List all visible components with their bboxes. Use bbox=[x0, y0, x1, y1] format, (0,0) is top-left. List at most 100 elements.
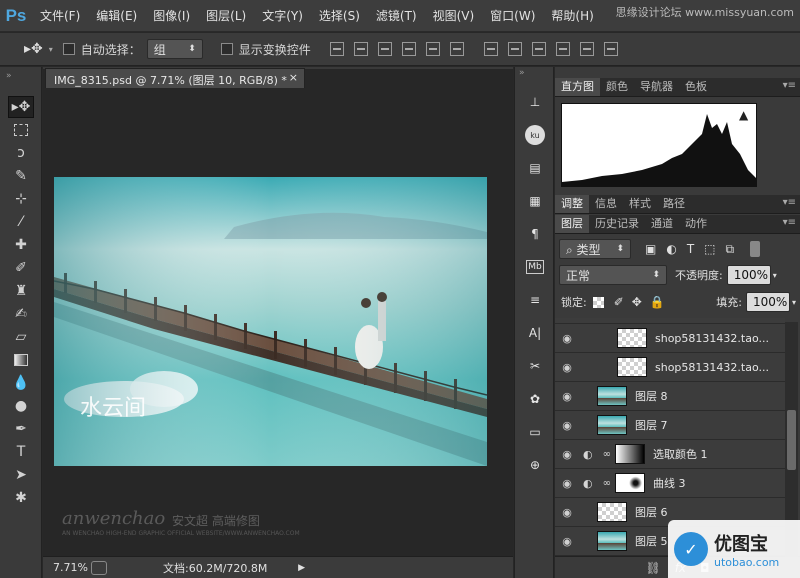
notes-icon[interactable]: ▦ bbox=[523, 189, 547, 213]
menu-item[interactable]: 帮助(H) bbox=[543, 0, 601, 32]
quick-select-tool-icon[interactable]: ✎ bbox=[8, 165, 34, 187]
character-icon[interactable]: A| bbox=[523, 321, 547, 345]
distribute-top-icon[interactable] bbox=[483, 42, 498, 56]
kuler-icon[interactable]: ku bbox=[523, 123, 547, 147]
filter-shape-icon[interactable]: ⬚ bbox=[704, 242, 715, 256]
lock-position-icon[interactable]: ✥ bbox=[632, 295, 642, 309]
filter-smart-icon[interactable]: ⧉ bbox=[726, 242, 735, 257]
panel-tab[interactable]: 调整 bbox=[555, 195, 589, 213]
move-tool-icon[interactable]: ▸✥ bbox=[8, 96, 34, 118]
scrollbar-thumb[interactable] bbox=[787, 410, 796, 470]
menu-item[interactable]: 图层(L) bbox=[198, 0, 254, 32]
layer-row[interactable]: ◉ ◐ ∞ 曲线 3 bbox=[555, 469, 785, 498]
eraser-tool-icon[interactable]: ▱ bbox=[8, 326, 34, 348]
visibility-eye-icon[interactable]: ◉ bbox=[555, 477, 579, 490]
auto-select-dropdown[interactable]: 组 ⬍ bbox=[146, 39, 203, 59]
marquee-tool-icon[interactable] bbox=[8, 119, 34, 141]
lock-transparent-icon[interactable] bbox=[592, 296, 604, 308]
healing-tool-icon[interactable]: ✚ bbox=[8, 234, 34, 256]
panel-tab[interactable]: 图层 bbox=[555, 215, 589, 233]
align-left-icon[interactable] bbox=[401, 42, 416, 56]
clone-source-icon[interactable]: ⊕ bbox=[523, 453, 547, 477]
visibility-eye-icon[interactable]: ◉ bbox=[555, 390, 579, 403]
opacity-arrow-icon[interactable]: ▾ bbox=[773, 271, 777, 280]
tool-options-icon[interactable]: ✂ bbox=[523, 354, 547, 378]
layer-row[interactable]: ◉ shop58131432.tao... bbox=[555, 324, 785, 353]
timeline-icon[interactable]: ▭ bbox=[523, 420, 547, 444]
filter-adjust-icon[interactable]: ◐ bbox=[666, 242, 676, 256]
zoom-level[interactable]: 7.71% bbox=[53, 561, 91, 574]
stamp-tool-icon[interactable]: ♜ bbox=[8, 280, 34, 302]
properties-icon[interactable]: ▤ bbox=[523, 156, 547, 180]
panel-menu-icon[interactable]: ▾≡ bbox=[783, 80, 796, 91]
panel-tab[interactable]: 颜色 bbox=[600, 78, 634, 96]
fill-arrow-icon[interactable]: ▾ bbox=[792, 298, 796, 307]
menu-item[interactable]: 选择(S) bbox=[311, 0, 368, 32]
dodge-tool-icon[interactable]: ● bbox=[8, 395, 34, 417]
visibility-eye-icon[interactable]: ◉ bbox=[555, 419, 579, 432]
visibility-eye-icon[interactable]: ◉ bbox=[555, 506, 579, 519]
share-icon[interactable] bbox=[91, 560, 107, 575]
panel-tab[interactable]: 动作 bbox=[679, 215, 713, 233]
show-transform-checkbox[interactable] bbox=[220, 43, 233, 55]
shape-tool-icon[interactable]: ✱ bbox=[8, 487, 34, 509]
document-tab[interactable]: IMG_8315.psd @ 7.71% (图层 10, RGB/8) * × bbox=[45, 68, 305, 88]
warning-icon[interactable]: ▲ bbox=[739, 108, 748, 122]
visibility-eye-icon[interactable]: ◉ bbox=[555, 361, 579, 374]
distribute-right-icon[interactable] bbox=[603, 42, 618, 56]
status-arrow-icon[interactable]: ▶ bbox=[298, 563, 305, 573]
panel-tab[interactable]: 路径 bbox=[657, 195, 691, 213]
brush-tool-icon[interactable]: ✐ bbox=[8, 257, 34, 279]
layer-row[interactable]: ◉ ◐ ∞ 选取颜色 1 bbox=[555, 440, 785, 469]
align-top-icon[interactable] bbox=[329, 42, 344, 56]
distribute-vcenter-icon[interactable] bbox=[507, 42, 522, 56]
panel-menu-icon[interactable]: ▾≡ bbox=[783, 217, 796, 228]
link-layers-icon[interactable]: ⛓ bbox=[645, 561, 660, 575]
mask-link-icon[interactable]: ∞ bbox=[603, 478, 611, 489]
align-bottom-icon[interactable] bbox=[377, 42, 392, 56]
align-right-icon[interactable] bbox=[449, 42, 464, 56]
mask-link-icon[interactable]: ∞ bbox=[603, 449, 611, 460]
paragraph-icon[interactable]: ¶ bbox=[523, 222, 547, 246]
panel-tab[interactable]: 样式 bbox=[623, 195, 657, 213]
distribute-left-icon[interactable] bbox=[555, 42, 570, 56]
menu-item[interactable]: 窗口(W) bbox=[482, 0, 543, 32]
brush-presets-icon[interactable]: ≡ bbox=[523, 288, 547, 312]
visibility-eye-icon[interactable]: ◉ bbox=[555, 448, 579, 461]
path-select-tool-icon[interactable]: ➤ bbox=[8, 464, 34, 486]
tool-presets-icon[interactable]: ⊥ bbox=[523, 90, 547, 114]
menu-item[interactable]: 文字(Y) bbox=[254, 0, 311, 32]
panel-tab[interactable]: 直方图 bbox=[555, 78, 600, 96]
visibility-eye-icon[interactable]: ◉ bbox=[555, 535, 579, 548]
blend-mode-dropdown[interactable]: 正常 ⬍ bbox=[559, 265, 667, 285]
history-brush-tool-icon[interactable]: ✍ bbox=[8, 303, 34, 325]
layer-row[interactable]: ◉ 图层 8 bbox=[555, 382, 785, 411]
menu-item[interactable]: 编辑(E) bbox=[88, 0, 145, 32]
layer-kind-dropdown[interactable]: ⌕ 类型 ⬍ bbox=[559, 239, 631, 259]
layer-row[interactable]: ◉ 图层 7 bbox=[555, 411, 785, 440]
menu-item[interactable]: 视图(V) bbox=[425, 0, 483, 32]
move-tool-icon[interactable]: ▸✥ bbox=[24, 41, 43, 57]
layer-row[interactable]: ◉ shop58131432.tao... bbox=[555, 353, 785, 382]
panel-tab[interactable]: 导航器 bbox=[634, 78, 679, 96]
gradient-tool-icon[interactable] bbox=[8, 349, 34, 371]
auto-select-checkbox[interactable] bbox=[62, 43, 75, 55]
pen-tool-icon[interactable]: ✒ bbox=[8, 418, 34, 440]
crop-tool-icon[interactable]: ⊹ bbox=[8, 188, 34, 210]
menu-item[interactable]: 图像(I) bbox=[145, 0, 198, 32]
filter-toggle[interactable] bbox=[750, 241, 761, 257]
distribute-bottom-icon[interactable] bbox=[531, 42, 546, 56]
menu-item[interactable]: 文件(F) bbox=[32, 0, 88, 32]
panel-tab[interactable]: 历史记录 bbox=[589, 215, 645, 233]
fill-input[interactable]: 100% bbox=[745, 292, 790, 312]
align-hcenter-icon[interactable] bbox=[425, 42, 440, 56]
align-vcenter-icon[interactable] bbox=[353, 42, 368, 56]
panel-tab[interactable]: 信息 bbox=[589, 195, 623, 213]
collapse-icon[interactable]: » bbox=[0, 67, 41, 95]
menu-item[interactable]: 滤镜(T) bbox=[368, 0, 425, 32]
lock-pixels-icon[interactable]: ✐ bbox=[614, 295, 624, 309]
type-tool-icon[interactable]: T bbox=[8, 441, 34, 463]
panel-tab[interactable]: 色板 bbox=[679, 78, 713, 96]
mini-bridge-icon[interactable]: Mb bbox=[523, 255, 547, 279]
visibility-eye-icon[interactable]: ◉ bbox=[555, 332, 579, 345]
